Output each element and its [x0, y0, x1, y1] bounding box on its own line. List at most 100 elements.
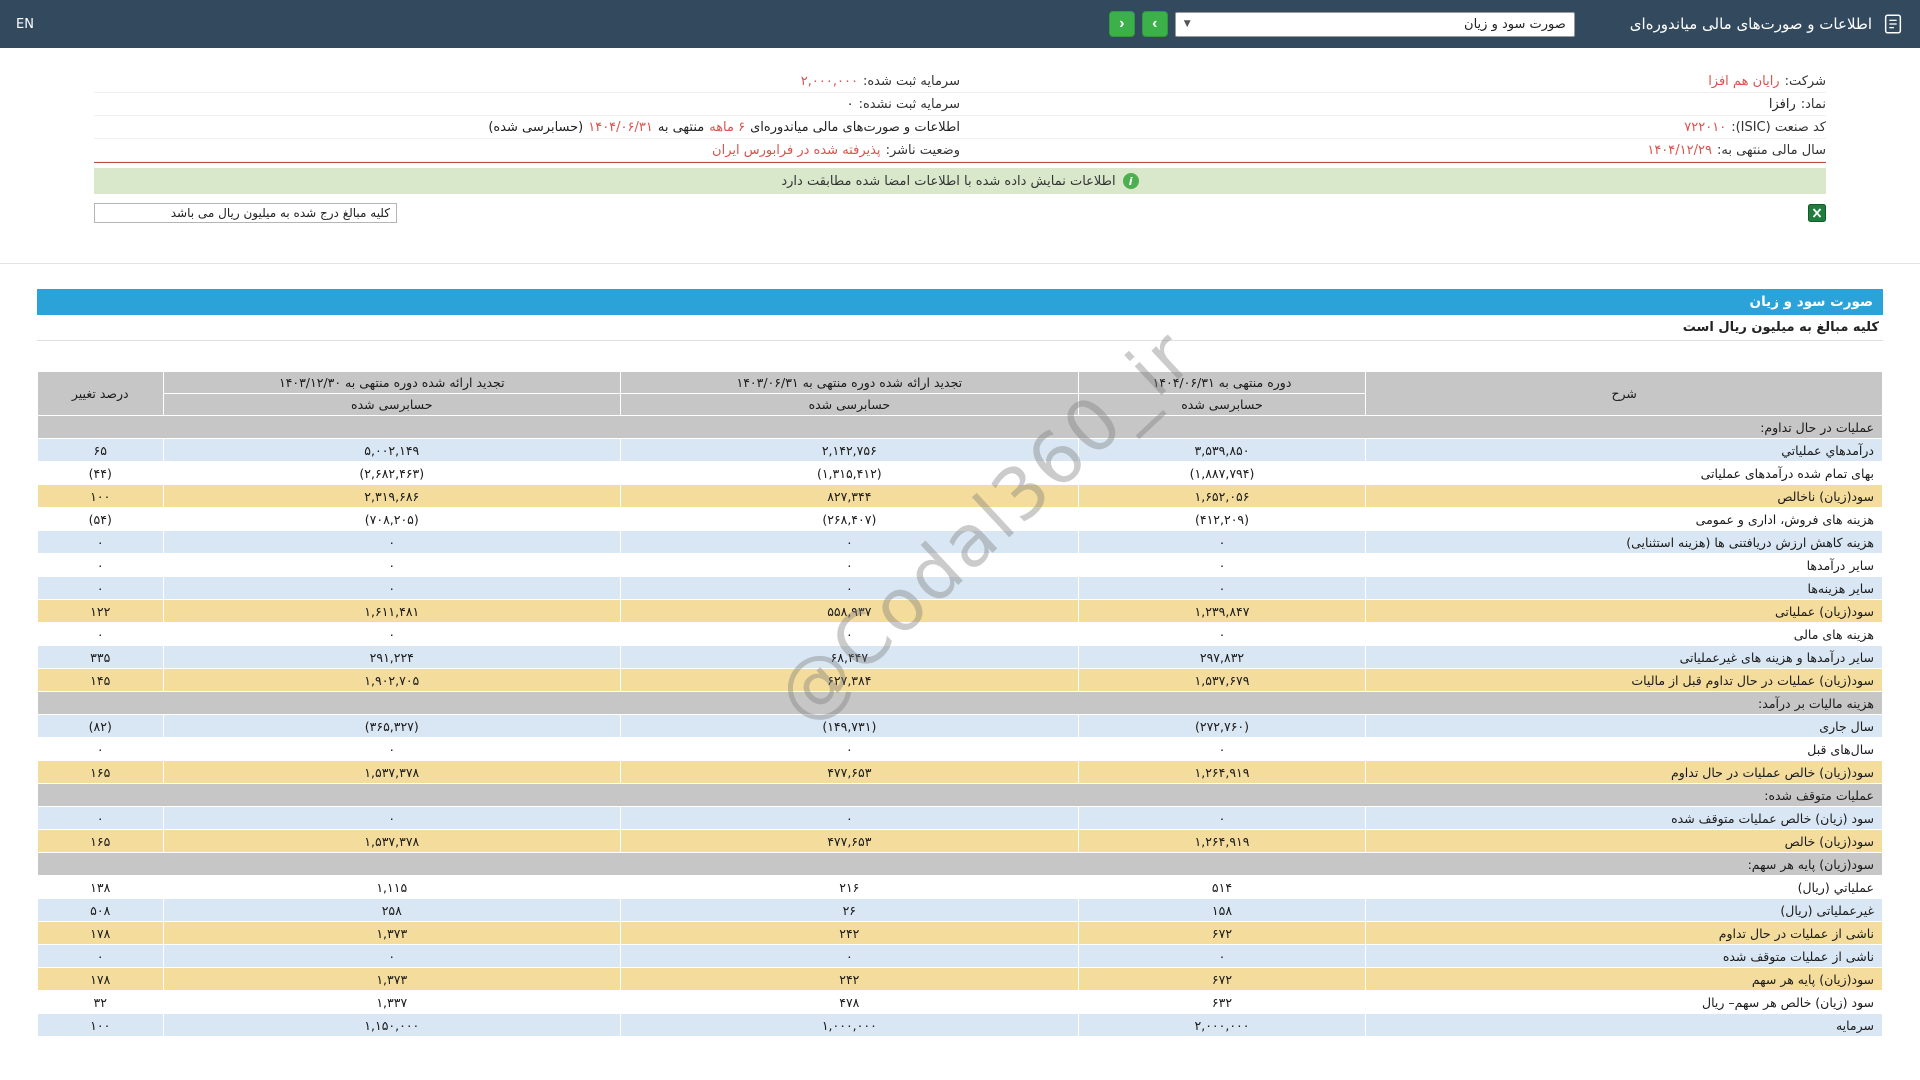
- statement-row: هزینه های فروش، اداری و عمومی (۴۱۲,۲۰۹) (۲…: [37, 507, 1883, 531]
- fiscal-year-row: سال مالی منتهی به: ۱۴۰۴/۱۲/۲۹: [960, 139, 1826, 162]
- income-statement-table: شرح دوره منتهی به ۱۴۰۴/۰۶/۳۱ تجدید ارائه…: [37, 371, 1883, 1037]
- language-toggle[interactable]: EN: [16, 17, 34, 32]
- statement-select[interactable]: صورت سود و زیان ▼: [1174, 11, 1575, 37]
- header-desc: شرح: [1365, 371, 1883, 416]
- isic-label: کد صنعت (ISIC):: [1731, 119, 1826, 135]
- statement-section: صورت سود و زیان کلیه مبالغ به میلیون ریا…: [37, 289, 1883, 1037]
- table-header-row: شرح دوره منتهی به ۱۴۰۴/۰۶/۳۱ تجدید ارائه…: [37, 371, 1883, 416]
- issuer-status-row: وضعیت ناشر: پذیرفته شده در فرابورس ایران: [94, 139, 960, 162]
- value-current-period: ۰: [1077, 576, 1367, 600]
- header-audited-2: حسابرسی شده: [620, 393, 1079, 416]
- value-restated-yearend: ۱,۵۳۷,۳۷۸: [162, 829, 622, 853]
- value-current-period: (۴۱۲,۲۰۹): [1077, 507, 1367, 531]
- statement-units-note: کلیه مبالغ به میلیون ریال است: [37, 315, 1883, 341]
- value-current-period: ۰: [1077, 553, 1367, 577]
- value-restated-yearend: ۱,۳۳۷: [162, 990, 622, 1014]
- value-restated-midyear: ۶۸,۴۴۷: [620, 645, 1079, 669]
- value-restated-midyear: ۲۱۶: [620, 875, 1079, 899]
- value-current-period: ۲,۰۰۰,۰۰۰: [1077, 1013, 1367, 1037]
- period-text: منتهی به: [657, 119, 705, 135]
- value-current-period: ۰: [1077, 530, 1367, 554]
- percent-change: ۰: [37, 553, 164, 577]
- value-current-period: ۶۳۲: [1077, 990, 1367, 1014]
- percent-change: ۵۰۸: [37, 898, 164, 922]
- row-label: سایر درآمدها: [1365, 553, 1883, 577]
- units-note-text: کلیه مبالغ درج شده به میلیون ریال می باش…: [170, 206, 390, 220]
- statement-row: ناشی از عملیات در حال تداوم ۶۷۲ ۲۴۲ ۱,۳۷۳ ۱۷…: [37, 921, 1883, 945]
- value-restated-midyear: ۰: [620, 806, 1079, 830]
- value-restated-yearend: ۰: [162, 622, 622, 646]
- excel-export-icon[interactable]: [1808, 204, 1826, 222]
- percent-change: ۱۶۵: [37, 829, 164, 853]
- row-label: ناشی از عملیات متوقف شده: [1365, 944, 1883, 968]
- chevron-down-icon: ▼: [1183, 19, 1191, 29]
- section-row: عملیات متوقف شده:: [37, 783, 1883, 807]
- value-restated-midyear: ۲۶: [620, 898, 1079, 922]
- percent-change: ۱۳۸: [37, 875, 164, 899]
- symbol-label: نماد:: [1800, 96, 1826, 112]
- header-audited-3: حسابرسی شده: [162, 393, 622, 416]
- percent-change: ۱۴۵: [37, 668, 164, 692]
- value-restated-yearend: ۱,۱۱۵: [162, 875, 622, 899]
- statement-row: عملياتي (ریال) ۵۱۴ ۲۱۶ ۱,۱۱۵ ۱۳۸: [37, 875, 1883, 899]
- statement-row: سود(زیان) ناخالص ۱,۶۵۲,۰۵۶ ۸۲۷,۳۴۴ ۲,۳۱۹,۶۸…: [37, 484, 1883, 508]
- value-current-period: ۱,۲۳۹,۸۴۷: [1077, 599, 1367, 623]
- row-label: سود(زیان) پایه هر سهم: [1365, 967, 1883, 991]
- row-label: ناشی از عملیات در حال تداوم: [1365, 921, 1883, 945]
- value-restated-yearend: (۲,۶۸۲,۴۶۳): [162, 461, 622, 485]
- percent-change: ۰: [37, 806, 164, 830]
- registered-capital-label: سرمایه ثبت شده:: [862, 73, 960, 89]
- value-restated-yearend: ۱,۳۷۳: [162, 967, 622, 991]
- statement-row: سایر هزینه‌ها ۰ ۰ ۰ ۰: [37, 576, 1883, 600]
- value-restated-midyear: ۰: [620, 530, 1079, 554]
- statement-row: سود (زیان) خالص هر سهم– ریال ۶۳۲ ۴۷۸ ۱,۳۳۷ ۳…: [37, 990, 1883, 1014]
- prev-statement-button[interactable]: ‹: [1108, 11, 1135, 37]
- row-label: سود(زیان) عملیات در حال تداوم قبل از مال…: [1365, 668, 1883, 692]
- value-restated-yearend: ۰: [162, 530, 622, 554]
- value-restated-midyear: ۰: [620, 553, 1079, 577]
- symbol-row: نماد: رافزا: [960, 93, 1826, 116]
- percent-change: (۵۴): [37, 507, 164, 531]
- value-current-period: ۰: [1077, 737, 1367, 761]
- statement-row: سود(زیان) عملیات در حال تداوم قبل از مال…: [37, 668, 1883, 692]
- value-current-period: ۱۵۸: [1077, 898, 1367, 922]
- header-percent-change: درصد تغییر: [37, 371, 164, 416]
- value-restated-yearend: ۰: [162, 944, 622, 968]
- percent-change: ۱۷۸: [37, 967, 164, 991]
- section-row-label: عملیات متوقف شده:: [37, 783, 1883, 807]
- value-restated-yearend: ۲,۳۱۹,۶۸۶: [162, 484, 622, 508]
- unregistered-capital-label: سرمایه ثبت نشده:: [858, 96, 960, 112]
- value-restated-midyear: ۴۷۸: [620, 990, 1079, 1014]
- section-row: هزینه مالیات بر درآمد:: [37, 691, 1883, 715]
- statement-row: درآمدهاي عملياتي ۳,۵۳۹,۸۵۰ ۲,۱۴۲,۷۵۶ ۵,۰۰۲,…: [37, 438, 1883, 462]
- value-current-period: ۵۱۴: [1077, 875, 1367, 899]
- value-restated-yearend: ۰: [162, 737, 622, 761]
- value-restated-midyear: ۲۴۲: [620, 967, 1079, 991]
- value-restated-yearend: ۰: [162, 806, 622, 830]
- next-statement-button[interactable]: ›: [1141, 11, 1168, 37]
- value-current-period: ۶۷۲: [1077, 921, 1367, 945]
- unregistered-capital-value: ۰: [846, 96, 854, 112]
- value-current-period: ۱,۵۳۷,۶۷۹: [1077, 668, 1367, 692]
- statement-row: سود(زیان) خالص ۱,۲۶۴,۹۱۹ ۴۷۷,۶۵۳ ۱,۵۳۷,۳۷۸ ۱…: [37, 829, 1883, 853]
- statement-row: سایر درآمدها و هزینه های غیرعملیاتی ۲۹۷,۸…: [37, 645, 1883, 669]
- units-row: کلیه مبالغ درج شده به میلیون ریال می باش…: [94, 203, 1826, 223]
- isic-value: ۷۲۲۰۱۰: [1684, 119, 1727, 135]
- value-restated-yearend: ۰: [162, 553, 622, 577]
- statement-row: سال‌های قبل ۰ ۰ ۰ ۰: [37, 737, 1883, 761]
- alert-message: اطلاعات نمایش داده شده با اطلاعات امضا ش…: [781, 173, 1116, 189]
- report-period-row: اطلاعات و صورت‌های مالی میاندوره‌ای ۶ ما…: [94, 116, 960, 139]
- row-label: سال جاری: [1365, 714, 1883, 738]
- percent-change: ۱۶۵: [37, 760, 164, 784]
- value-restated-midyear: ۵۵۸,۹۳۷: [620, 599, 1079, 623]
- value-restated-midyear: ۰: [620, 576, 1079, 600]
- row-label: بهای تمام شده درآمدهای عملیاتی: [1365, 461, 1883, 485]
- value-restated-midyear: ۲۴۲: [620, 921, 1079, 945]
- percent-change: ۱۷۸: [37, 921, 164, 945]
- value-restated-yearend: ۵,۰۰۲,۱۴۹: [162, 438, 622, 462]
- value-restated-midyear: ۱,۰۰۰,۰۰۰: [620, 1013, 1079, 1037]
- row-label: سرمایه: [1365, 1013, 1883, 1037]
- company-name-link[interactable]: رایان هم افزا: [1708, 74, 1779, 89]
- info-icon: i: [1122, 173, 1139, 189]
- percent-change: ۱۲۲: [37, 599, 164, 623]
